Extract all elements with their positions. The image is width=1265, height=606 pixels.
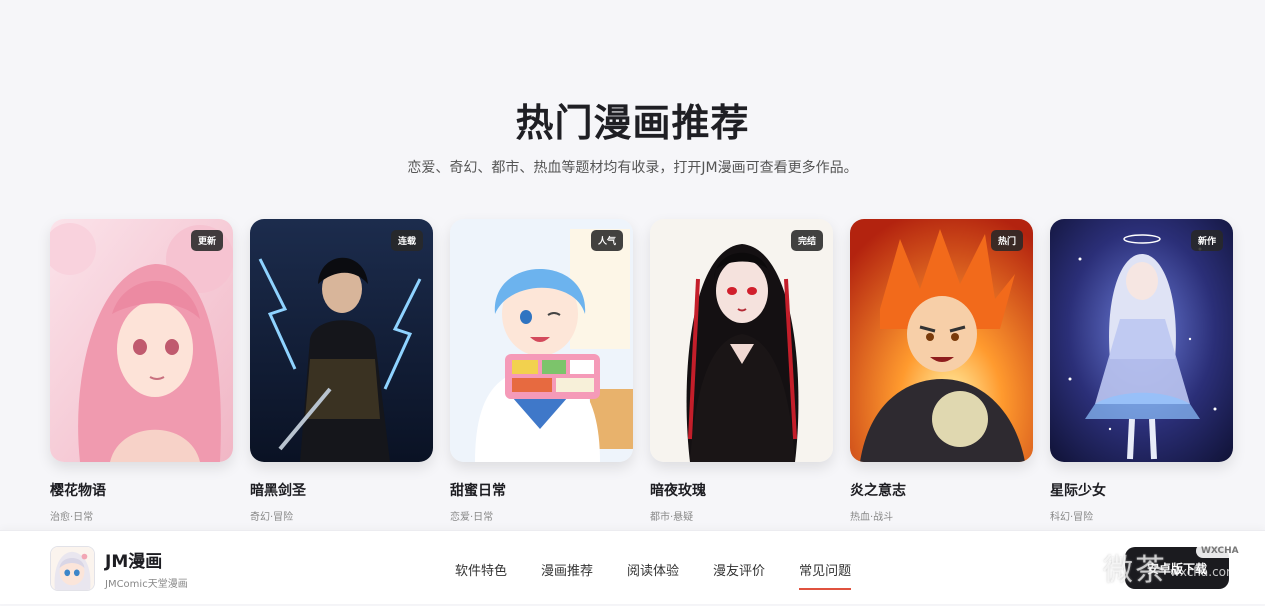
nav-link-reading[interactable]: 阅读体验 xyxy=(627,560,679,579)
comic-card[interactable]: 热门 炎之意志 热血·战斗 xyxy=(850,219,1033,523)
nav-link-recommend[interactable]: 漫画推荐 xyxy=(541,560,593,579)
comic-cover[interactable]: 完结 xyxy=(650,219,833,462)
brand-name: JM漫画 xyxy=(105,552,163,572)
comic-card[interactable]: 新作 星际少女 科幻·冒险 xyxy=(1050,219,1233,523)
comic-card-list: 更新 樱花物语 治愈·日常 连载 暗黑剑圣 奇幻·冒险 人气 甜蜜日常 恋爱·日… xyxy=(50,219,1233,523)
cover-image-flame-hero xyxy=(850,219,1033,462)
android-download-button[interactable]: 安卓版下载 xyxy=(1125,547,1229,589)
status-badge: 连载 xyxy=(390,230,423,251)
app-logo-icon xyxy=(50,546,95,591)
comic-cover[interactable]: 新作 xyxy=(1050,219,1233,462)
comic-title[interactable]: 炎之意志 xyxy=(850,480,1033,500)
comic-cover[interactable]: 更新 xyxy=(50,219,233,462)
comic-tags: 奇幻·冒险 xyxy=(250,512,294,523)
section-subtitle: 恋爱、奇幻、都市、热血等题材均有收录，打开JM漫画可查看更多作品。 xyxy=(407,160,858,176)
comic-card[interactable]: 连载 暗黑剑圣 奇幻·冒险 xyxy=(250,219,433,523)
comic-cover[interactable]: 热门 xyxy=(850,219,1033,462)
cover-image-gothic-girl xyxy=(650,219,833,462)
section-title: 热门漫画推荐 xyxy=(515,101,750,145)
status-badge: 更新 xyxy=(190,230,223,251)
nav-link-reviews[interactable]: 漫友评价 xyxy=(713,560,765,579)
comic-cover[interactable]: 人气 xyxy=(450,219,633,462)
status-badge: 热门 xyxy=(990,230,1023,251)
nav-link-faq[interactable]: 常见问题 xyxy=(799,560,852,590)
status-badge: 人气 xyxy=(590,230,623,251)
comic-tags: 治愈·日常 xyxy=(50,512,94,523)
brand[interactable]: JM漫画 JMComic天堂漫画 xyxy=(50,546,188,591)
comic-title[interactable]: 樱花物语 xyxy=(50,480,233,500)
comic-title[interactable]: 甜蜜日常 xyxy=(450,480,633,500)
comic-card[interactable]: 人气 甜蜜日常 恋爱·日常 xyxy=(450,219,633,523)
comic-card[interactable]: 完结 暗夜玫瑰 都市·悬疑 xyxy=(650,219,833,523)
comic-card[interactable]: 更新 樱花物语 治愈·日常 xyxy=(50,219,233,523)
cover-image-sakura xyxy=(50,219,233,462)
status-badge: 新作 xyxy=(1190,230,1223,251)
comic-cover[interactable]: 连载 xyxy=(250,219,433,462)
nav-links: 软件特色 漫画推荐 阅读体验 漫友评价 常见问题 xyxy=(455,560,852,590)
cover-image-bento-girl xyxy=(450,219,633,462)
comic-tags: 热血·战斗 xyxy=(850,512,894,523)
comic-title[interactable]: 暗夜玫瑰 xyxy=(650,480,833,500)
comic-title[interactable]: 暗黑剑圣 xyxy=(250,480,433,500)
status-badge: 完结 xyxy=(790,230,823,251)
comic-tags: 科幻·冒险 xyxy=(1050,512,1094,523)
comic-tags: 都市·悬疑 xyxy=(650,512,694,523)
comic-tags: 恋爱·日常 xyxy=(450,512,494,523)
nav-link-features[interactable]: 软件特色 xyxy=(455,560,507,579)
cover-image-star-girl xyxy=(1050,219,1233,462)
brand-subtitle: JMComic天堂漫画 xyxy=(105,579,188,590)
bottom-navbar: JM漫画 JMComic天堂漫画 软件特色 漫画推荐 阅读体验 漫友评价 常见问… xyxy=(0,530,1265,604)
comic-title[interactable]: 星际少女 xyxy=(1050,480,1233,500)
cover-image-dark-knight xyxy=(250,219,433,462)
